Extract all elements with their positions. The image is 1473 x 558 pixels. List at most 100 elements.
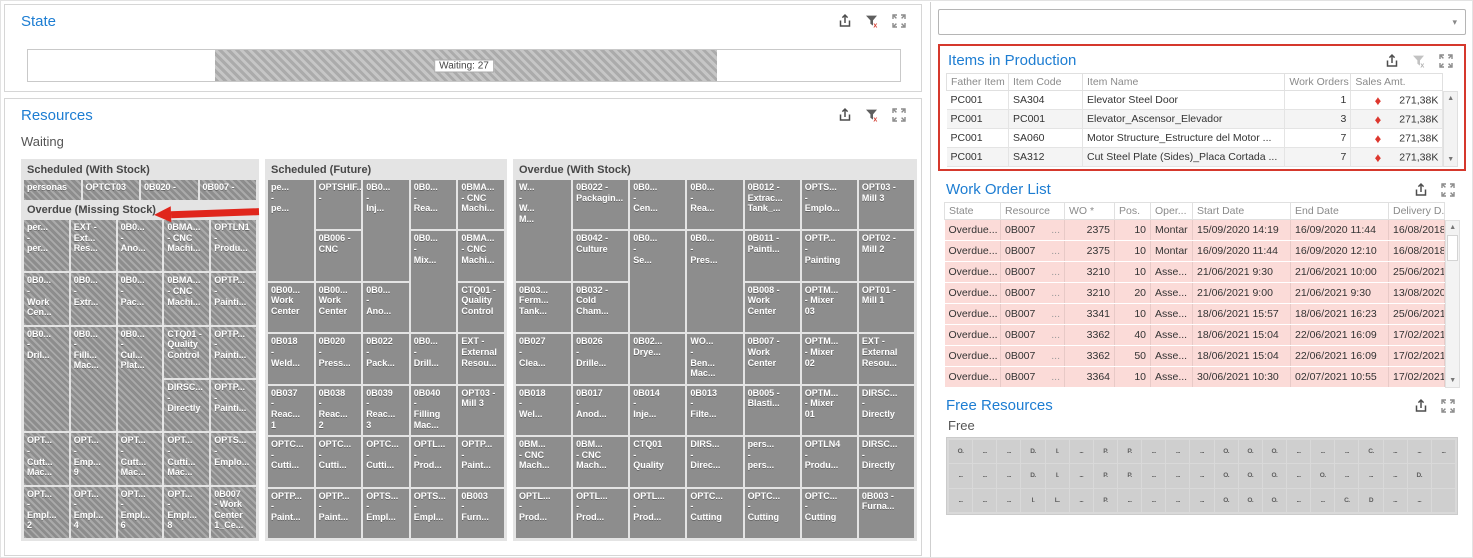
resource-tile[interactable]: 0B00... Work Center xyxy=(316,283,362,332)
free-resource-tile[interactable]: O. xyxy=(1215,464,1238,487)
export-icon[interactable] xyxy=(1413,182,1429,198)
resource-tile[interactable]: personas xyxy=(24,180,81,200)
resource-tile[interactable]: 0B0... - Se... xyxy=(630,231,685,332)
maximize-icon[interactable] xyxy=(891,107,907,123)
resource-tile[interactable]: OPTS... - Empl... xyxy=(363,489,409,538)
resource-tile[interactable]: OPT... - Cutt... Mac... xyxy=(118,433,163,484)
free-resource-tile[interactable]: ... xyxy=(1190,440,1213,463)
free-resource-tile[interactable]: ... xyxy=(1335,464,1358,487)
wo-row[interactable]: Overdue...0B007...321010Asse...21/06/202… xyxy=(945,262,1445,283)
resource-tile[interactable]: 0B032 - Cold Cham... xyxy=(573,283,628,332)
resource-tile[interactable]: OPTL... - Prod... xyxy=(411,437,457,486)
column-header[interactable]: Work Orders xyxy=(1285,74,1351,91)
resource-tile[interactable]: OPTCT03 xyxy=(83,180,140,200)
free-resource-tile[interactable]: O. xyxy=(1263,440,1286,463)
resource-tile[interactable]: OPT... - Emp... 9 xyxy=(71,433,116,484)
resource-tile[interactable]: CTQ01 - Quality xyxy=(630,437,685,486)
resource-tile[interactable]: EXT - External Resou... xyxy=(859,334,914,383)
resource-tile[interactable]: OPTP... - Painting xyxy=(802,231,857,280)
resource-tile[interactable]: OPT... - Cutt... Mac... xyxy=(24,433,69,484)
free-resource-tile[interactable] xyxy=(1432,489,1455,512)
column-header[interactable]: Father Item xyxy=(947,74,1009,91)
resource-tile[interactable]: 0B007 - Work Center 1_Ce... xyxy=(211,487,256,538)
free-resource-tile[interactable]: ... xyxy=(949,489,972,512)
maximize-icon[interactable] xyxy=(1438,53,1454,69)
export-icon[interactable] xyxy=(837,107,853,123)
resource-tile[interactable]: 0B020 - Press... xyxy=(316,334,362,383)
resource-tile[interactable]: OPTS... - Emplo... xyxy=(802,180,857,229)
resource-tile[interactable]: 0B012 - Extrac... Tank_... xyxy=(745,180,800,229)
resource-tile[interactable]: 0B0... - Filli... Mac... xyxy=(71,327,116,432)
filter-combobox[interactable]: ▾ xyxy=(938,9,1466,35)
free-resource-tile[interactable]: ... xyxy=(1166,464,1189,487)
scroll-track[interactable] xyxy=(1444,105,1457,153)
free-resource-tile[interactable]: O. xyxy=(1215,489,1238,512)
wo-row[interactable]: Overdue...0B007...334110Asse...18/06/202… xyxy=(945,304,1445,325)
items-row[interactable]: PC001SA060Motor Structure_Estructure del… xyxy=(947,129,1443,148)
wo-row[interactable]: Overdue...0B007...237510Montar16/09/2020… xyxy=(945,241,1445,262)
resource-tile[interactable]: CTQ01 - Quality Control xyxy=(164,327,209,378)
resource-tile[interactable]: OPT... - Empl... 6 xyxy=(118,487,163,538)
resource-tile[interactable]: 0B02... Drye... xyxy=(630,334,685,383)
column-header[interactable]: Item Code xyxy=(1009,74,1083,91)
resource-tile[interactable]: OPTM... - Mixer 01 xyxy=(802,386,857,435)
resource-tile[interactable]: 0B040 - Filling Mac... xyxy=(411,386,457,435)
column-header[interactable]: Item Name xyxy=(1083,74,1285,91)
items-row[interactable]: PC001SA312Cut Steel Plate (Sides)_Placa … xyxy=(947,148,1443,167)
resource-tile[interactable]: 0B007 - Work Center xyxy=(745,334,800,383)
column-header[interactable]: Pos. xyxy=(1115,203,1151,220)
resource-tile[interactable]: OPTC... - Cutting xyxy=(745,489,800,538)
free-resource-tile[interactable]: I. xyxy=(1021,489,1044,512)
resource-tile[interactable]: OPT02 - Mill 2 xyxy=(859,231,914,280)
resource-tile[interactable]: 0B013 - Filte... xyxy=(687,386,742,435)
resource-tile[interactable]: OPTP... - Painti... xyxy=(211,380,256,431)
free-resource-tile[interactable]: ... xyxy=(1166,489,1189,512)
maximize-icon[interactable] xyxy=(891,13,907,29)
resource-tile[interactable]: DIRSC... - Directly xyxy=(164,380,209,431)
resource-tile[interactable]: 0BM... - CNC Mach... xyxy=(573,437,628,486)
resource-tile[interactable]: OPTC... - Cutting xyxy=(687,489,742,538)
resource-tile[interactable]: OPTP... - Paint... xyxy=(316,489,362,538)
free-resource-tile[interactable]: ... xyxy=(1142,489,1165,512)
free-resource-tile[interactable]: P. xyxy=(1094,440,1117,463)
resource-tile[interactable]: 0BMA... - CNC Machi... xyxy=(164,220,209,271)
scroll-down-icon[interactable]: ▼ xyxy=(1449,374,1456,387)
resource-tile[interactable]: pe... - pe... xyxy=(268,180,314,281)
resource-tile[interactable]: EXT - External Resou... xyxy=(458,334,504,383)
wo-row[interactable]: Overdue...0B007...237510Montar15/09/2020… xyxy=(945,220,1445,241)
resource-tile[interactable]: OPTC... - Cutti... xyxy=(316,437,362,486)
resource-tile[interactable]: 0B027 - Clea... xyxy=(516,334,571,383)
scroll-up-icon[interactable]: ▲ xyxy=(1447,92,1454,105)
wo-row[interactable]: Overdue...0B007...336410Asse...30/06/202… xyxy=(945,367,1445,388)
maximize-icon[interactable] xyxy=(1440,398,1456,414)
resource-tile[interactable]: 0B017 - Anod... xyxy=(573,386,628,435)
free-resource-tile[interactable]: ... xyxy=(973,440,996,463)
free-resource-tile[interactable]: P. xyxy=(1118,440,1141,463)
resource-tile[interactable]: OPTL... - Prod... xyxy=(573,489,628,538)
resource-tile[interactable]: 0B0... - Ano... xyxy=(363,283,409,332)
resource-tile[interactable]: pers... - pers... xyxy=(745,437,800,486)
free-resource-tile[interactable]: ... xyxy=(997,489,1020,512)
free-resource-tile[interactable]: D. xyxy=(1408,464,1431,487)
resource-tile[interactable]: OPTL... - Prod... xyxy=(630,489,685,538)
resource-tile[interactable]: 0B003 - Furna... xyxy=(859,489,914,538)
free-resource-tile[interactable]: ... xyxy=(1142,440,1165,463)
free-resource-tile[interactable]: L. xyxy=(1046,489,1069,512)
resource-tile[interactable]: 0B018 - Weld... xyxy=(268,334,314,383)
resource-tile[interactable]: 0B022 - Pack... xyxy=(363,334,409,383)
free-resource-tile[interactable]: C. xyxy=(1335,489,1358,512)
free-resource-tile[interactable]: ... xyxy=(1287,464,1310,487)
resource-tile[interactable]: 0B037 - Reac... 1 xyxy=(268,386,314,435)
resource-tile[interactable]: 0B0... - Dril... xyxy=(24,327,69,432)
resource-tile[interactable]: 0B0... - Inj... xyxy=(363,180,409,281)
resource-tile[interactable]: 0BMA... - CNC Machi... xyxy=(164,273,209,324)
free-resource-tile[interactable]: O. xyxy=(1239,440,1262,463)
clear-filter-icon[interactable]: x xyxy=(864,13,880,29)
resource-tile[interactable]: 0B00... Work Center xyxy=(268,283,314,332)
free-resource-tile[interactable]: ... xyxy=(1190,464,1213,487)
free-resource-tile[interactable]: ... xyxy=(1408,489,1431,512)
free-resource-tile[interactable]: ... xyxy=(949,464,972,487)
free-resource-tile[interactable]: I. xyxy=(1046,464,1069,487)
clear-filter-icon[interactable]: x xyxy=(1411,53,1427,69)
free-resource-tile[interactable]: P. xyxy=(1118,464,1141,487)
